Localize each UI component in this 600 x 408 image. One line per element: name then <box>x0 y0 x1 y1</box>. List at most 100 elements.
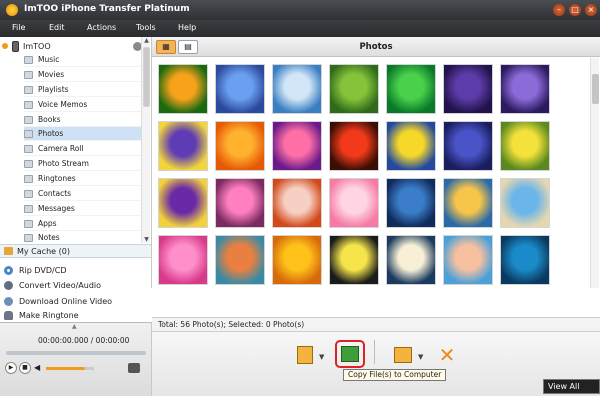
photo-thumbnail[interactable] <box>329 235 379 285</box>
stop-button[interactable]: ■ <box>19 362 31 374</box>
ringtone-icon <box>24 174 33 183</box>
sidebar-item-label: Music <box>38 55 60 64</box>
iphone-icon <box>12 40 19 52</box>
delete-button[interactable]: ✕ <box>434 342 460 368</box>
scroll-thumb[interactable] <box>592 74 599 104</box>
volume-icon[interactable]: ◀ <box>34 363 40 372</box>
photo-thumbnail[interactable] <box>386 235 436 285</box>
tool-label: Make Ringtone <box>19 310 79 320</box>
bell-icon <box>4 310 13 320</box>
photo-thumbnail[interactable] <box>215 64 265 114</box>
menu-help[interactable]: Help <box>178 23 196 32</box>
add-to-device-button[interactable] <box>292 342 318 368</box>
photo-thumbnail[interactable] <box>443 178 493 228</box>
photo-thumbnail[interactable] <box>158 178 208 228</box>
sidebar: ImTOO Music Movies Playlists Voice Memos… <box>0 37 152 290</box>
panel-header: ▦ ▤ Photos <box>152 37 600 57</box>
device-item[interactable]: ImTOO <box>2 39 142 53</box>
minimize-button[interactable]: – <box>553 4 565 16</box>
app-logo-icon <box>6 4 18 16</box>
sidebar-item-playlists[interactable]: Playlists <box>24 83 142 97</box>
scroll-thumb[interactable] <box>143 47 150 107</box>
sidebar-item-music[interactable]: Music <box>24 53 142 67</box>
contacts-icon <box>24 189 33 198</box>
expand-icon[interactable] <box>2 43 8 49</box>
sidebar-item-photo-stream[interactable]: Photo Stream <box>24 157 142 171</box>
photo-thumbnail[interactable] <box>443 64 493 114</box>
sidebar-item-messages[interactable]: Messages <box>24 202 142 216</box>
my-cache-item[interactable]: My Cache (0) <box>0 244 151 258</box>
view-all-tasks-button[interactable]: View All Tasks <box>543 379 600 405</box>
my-cache-label: My Cache (0) <box>17 246 70 256</box>
export-to-itunes-button[interactable] <box>390 342 416 368</box>
window-title: ImTOO iPhone Transfer Platinum <box>24 4 190 14</box>
photo-thumbnail[interactable] <box>272 235 322 285</box>
sidebar-item-label: Voice Memos <box>38 100 88 109</box>
photo-grid-scrollbar[interactable] <box>590 58 599 288</box>
delete-icon: ✕ <box>438 343 456 367</box>
photo-thumbnail[interactable] <box>215 178 265 228</box>
photo-thumbnail[interactable] <box>443 235 493 285</box>
tool-convert-video[interactable]: Convert Video/Audio <box>4 278 149 292</box>
photo-thumbnail[interactable] <box>272 121 322 171</box>
photo-stream-icon <box>24 159 33 168</box>
sidebar-item-label: Messages <box>38 204 75 213</box>
export-dropdown-chevron-icon[interactable]: ▼ <box>418 353 423 361</box>
download-icon <box>4 296 13 306</box>
sidebar-item-voice-memos[interactable]: Voice Memos <box>24 98 142 112</box>
sidebar-item-movies[interactable]: Movies <box>24 68 142 82</box>
snapshot-camera-icon[interactable] <box>128 363 140 373</box>
sidebar-item-contacts[interactable]: Contacts <box>24 187 142 201</box>
photo-thumbnail[interactable] <box>386 64 436 114</box>
movies-icon <box>24 70 33 79</box>
photo-thumbnail[interactable] <box>272 64 322 114</box>
sidebar-item-label: Notes <box>38 233 60 242</box>
photo-thumbnail[interactable] <box>272 178 322 228</box>
scroll-up-icon[interactable]: ▲ <box>143 37 150 44</box>
photo-thumbnail[interactable] <box>500 64 550 114</box>
sidebar-item-camera-roll[interactable]: Camera Roll <box>24 142 142 156</box>
photo-thumbnail[interactable] <box>158 121 208 171</box>
sidebar-item-ringtones[interactable]: Ringtones <box>24 172 142 186</box>
photo-thumbnail[interactable] <box>500 235 550 285</box>
menu-edit[interactable]: Edit <box>49 23 65 32</box>
scroll-down-icon[interactable]: ▼ <box>143 236 150 243</box>
menu-tools[interactable]: Tools <box>136 23 156 32</box>
maximize-button[interactable]: □ <box>569 4 581 16</box>
photo-thumbnail[interactable] <box>158 64 208 114</box>
menu-actions[interactable]: Actions <box>87 23 116 32</box>
sidebar-item-books[interactable]: Books <box>24 113 142 127</box>
status-bar: Total: 56 Photo(s); Selected: 0 Photo(s) <box>152 317 600 332</box>
seek-bar[interactable] <box>6 351 146 355</box>
add-dropdown-chevron-icon[interactable]: ▼ <box>319 353 324 361</box>
camera-icon <box>24 144 33 153</box>
photo-thumbnail[interactable] <box>443 121 493 171</box>
close-button[interactable]: × <box>585 4 597 16</box>
tool-label: Download Online Video <box>19 296 113 306</box>
tool-make-ringtone[interactable]: Make Ringtone <box>4 308 149 322</box>
photo-thumbnail[interactable] <box>215 235 265 285</box>
photo-thumbnail[interactable] <box>329 121 379 171</box>
photo-thumbnail[interactable] <box>500 121 550 171</box>
photos-panel: ▦ ▤ Photos <box>152 37 600 288</box>
tool-rip-dvd[interactable]: Rip DVD/CD <box>4 263 149 277</box>
copy-to-computer-button[interactable] <box>335 340 365 368</box>
photo-thumbnail[interactable] <box>386 121 436 171</box>
photo-thumbnail[interactable] <box>215 121 265 171</box>
menu-file[interactable]: File <box>12 23 25 32</box>
photo-thumbnail[interactable] <box>500 178 550 228</box>
sidebar-scrollbar[interactable]: ▲ ▼ <box>141 37 150 243</box>
tool-download-video[interactable]: Download Online Video <box>4 294 149 308</box>
volume-slider[interactable] <box>46 367 94 370</box>
notes-icon <box>24 233 33 242</box>
sidebar-item-notes[interactable]: Notes <box>24 231 142 245</box>
photo-thumbnail[interactable] <box>386 178 436 228</box>
cache-icon <box>4 247 13 255</box>
play-button[interactable]: ▶ <box>5 362 17 374</box>
sidebar-item-photos[interactable]: Photos <box>24 127 142 141</box>
photo-thumbnail[interactable] <box>158 235 208 285</box>
sidebar-item-apps[interactable]: Apps <box>24 217 142 231</box>
photo-thumbnail[interactable] <box>329 64 379 114</box>
collapse-icon[interactable]: ▲ <box>72 323 77 330</box>
photo-thumbnail[interactable] <box>329 178 379 228</box>
